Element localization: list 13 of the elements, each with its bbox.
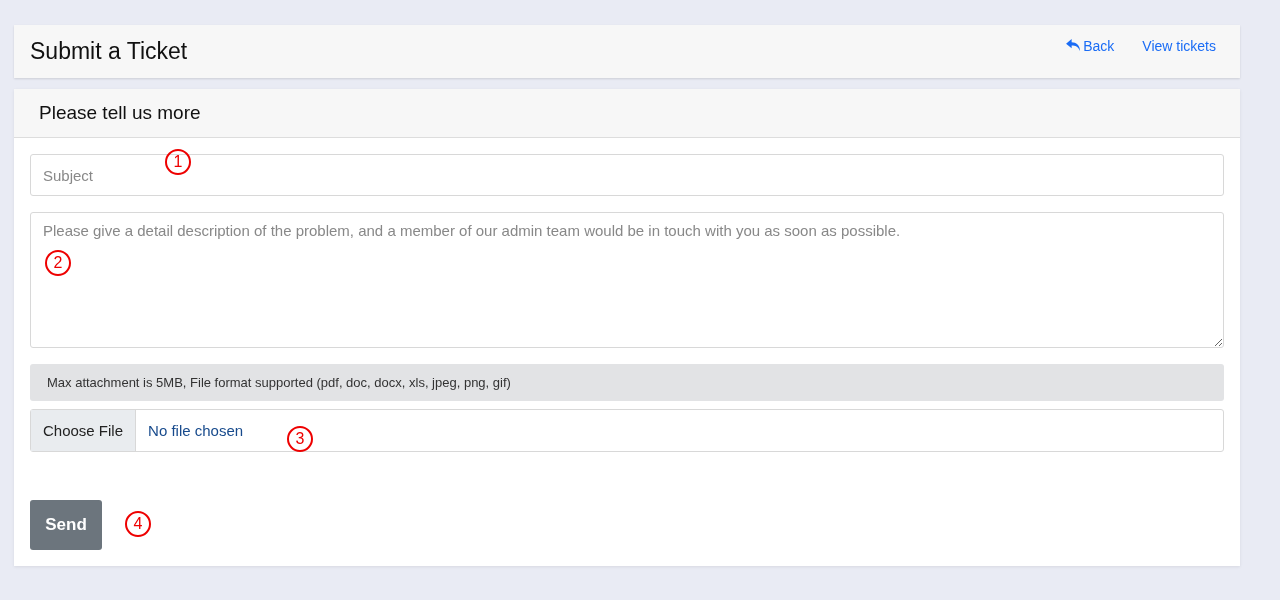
form-heading: Please tell us more <box>39 102 201 124</box>
reply-arrow-icon <box>1066 39 1082 52</box>
callout-number: 3 <box>287 426 313 452</box>
page-title: Submit a Ticket <box>30 38 188 65</box>
nav-link[interactable]: Back <box>1066 37 1115 54</box>
choose-file-button[interactable]: Choose File <box>31 410 137 451</box>
file-status: No file chosen <box>147 422 244 439</box>
send-button[interactable]: Send <box>30 500 102 550</box>
callout-number: 2 <box>45 250 71 276</box>
nav-link[interactable]: View tickets <box>1142 37 1216 54</box>
callout-number: 1 <box>165 149 191 175</box>
callout-number: 4 <box>125 511 151 537</box>
attachment-note: Max attachment is 5MB, File format supported (pdf, doc, docx, xls, jpeg, png, gif) <box>30 364 1224 401</box>
